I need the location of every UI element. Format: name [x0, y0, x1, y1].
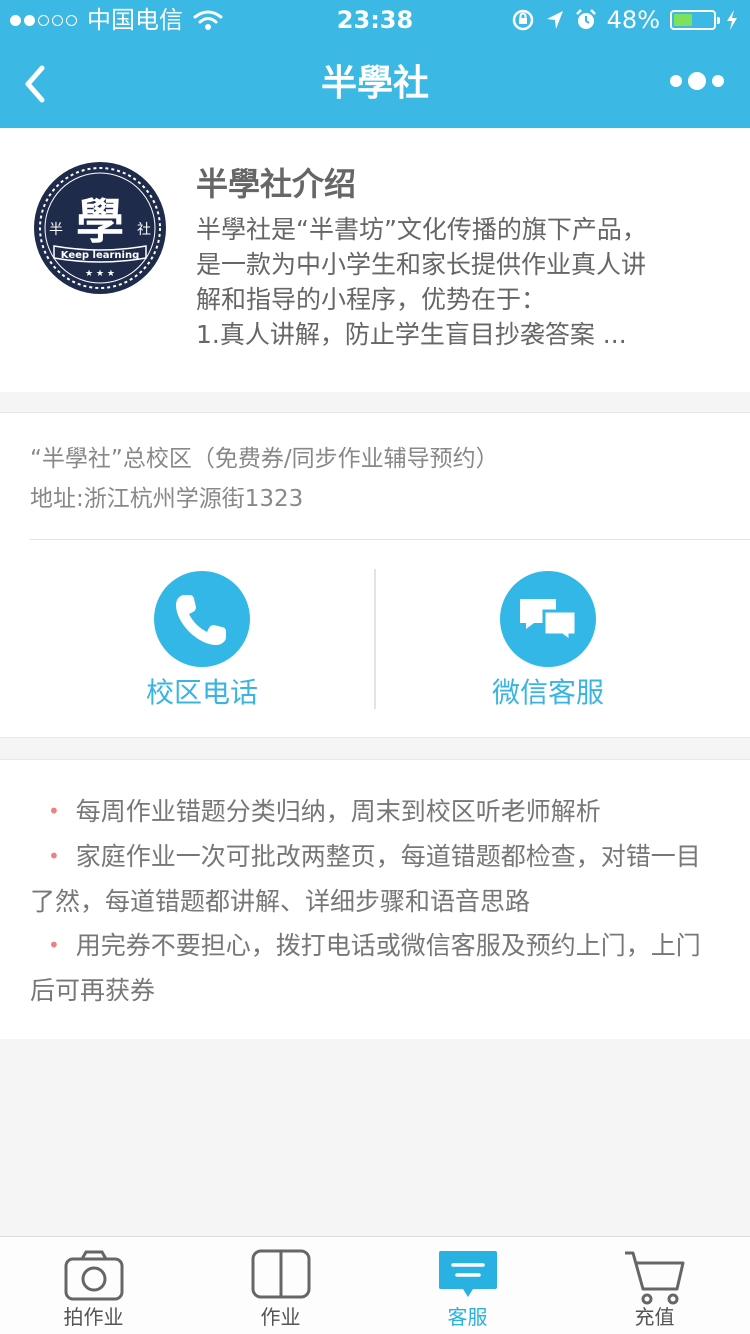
intro-text: 半學社是“半書坊”文化传播的旗下产品， 是一款为中小学生和家长提供作业真人讲 解…	[196, 215, 647, 349]
phone-button-circle	[154, 571, 250, 667]
wechat-button-circle	[500, 571, 596, 667]
chat-bubbles-icon	[520, 599, 578, 644]
battery-fill	[674, 14, 692, 26]
status-bar: 中国电信 23:38 48%	[0, 0, 750, 40]
tab-label: 作业	[260, 1305, 301, 1329]
feature-text: 家庭作业一次可批改两整页，每道错题都检查，对错一目了然，每道错题都讲解、详细步骤…	[30, 842, 701, 916]
logo-right-char: 社	[137, 222, 151, 238]
intro-card[interactable]: 學 半 社 Keep learning ★ ★ ★ 半學社介绍 半學社是“半書坊…	[0, 128, 750, 392]
rotation-lock-icon	[512, 9, 533, 31]
nav-bar: 半學社	[0, 40, 750, 128]
more-dot-icon	[688, 72, 706, 90]
charging-bolt-icon	[727, 10, 737, 30]
cart-icon	[624, 1251, 684, 1305]
bullet-icon: •	[48, 799, 60, 823]
tab-take-photo[interactable]: 拍作业	[0, 1237, 187, 1334]
tab-label: 客服	[447, 1305, 488, 1329]
campus-card: “半學社”总校区（免费券/同步作业辅导预约） 地址:浙江杭州学源街1323 校区…	[0, 412, 750, 738]
logo-main-char: 學	[76, 194, 124, 250]
bullet-icon: •	[48, 933, 60, 957]
tab-bar: 拍作业 作业 客服 充值	[0, 1236, 750, 1334]
more-menu-button[interactable]	[670, 72, 724, 90]
feature-text: 用完券不要担心，拨打电话或微信客服及预约上门，上门后可再获券	[30, 931, 701, 1005]
campus-name: “半學社”总校区（免费券/同步作业辅导预约）	[30, 446, 499, 472]
more-dot-icon	[712, 75, 724, 87]
tab-homework[interactable]: 作业	[187, 1237, 374, 1334]
brand-logo: 學 半 社 Keep learning ★ ★ ★	[31, 159, 169, 297]
phone-label: 校区电话	[145, 676, 258, 709]
feature-item: • 每周作业错题分类归纳，周末到校区听老师解析	[30, 790, 710, 835]
campus-address: 地址:浙江杭州学源街1323	[30, 486, 304, 512]
divider	[374, 569, 376, 709]
campus-phone-button[interactable]: 校区电话	[102, 571, 302, 715]
feature-text: 每周作业错题分类归纳，周末到校区听老师解析	[75, 797, 601, 826]
location-arrow-icon	[546, 11, 563, 29]
feature-item: • 用完券不要担心，拨打电话或微信客服及预约上门，上门后可再获券	[30, 924, 710, 1013]
feature-item: • 家庭作业一次可批改两整页，每道错题都检查，对错一目了然，每道错题都讲解、详细步…	[30, 835, 710, 924]
book-icon	[251, 1249, 310, 1299]
logo-left-char: 半	[49, 222, 63, 238]
tab-customer-service[interactable]: 客服	[374, 1237, 561, 1334]
features-card: • 每周作业错题分类归纳，周末到校区听老师解析 • 家庭作业一次可批改两整页，每道错…	[0, 759, 750, 1039]
logo-ribbon-text: Keep learning	[61, 250, 140, 261]
logo-stars: ★ ★ ★	[85, 269, 115, 279]
more-dot-icon	[670, 75, 682, 87]
status-right: 48%	[511, 0, 738, 40]
divider	[30, 539, 750, 540]
page-title: 半學社	[320, 63, 429, 104]
tab-label: 拍作业	[63, 1305, 124, 1329]
camera-icon	[64, 1250, 123, 1301]
intro-block: 半學社介绍 半學社是“半書坊”文化传播的旗下产品， 是一款为中小学生和家长提供作…	[196, 162, 726, 352]
feature-list: • 每周作业错题分类归纳，周末到校区听老师解析 • 家庭作业一次可批改两整页，每道错…	[30, 790, 710, 1013]
tab-recharge[interactable]: 充值	[561, 1237, 748, 1334]
alarm-icon	[575, 9, 596, 29]
bullet-icon: •	[48, 844, 60, 868]
intro-title: 半學社介绍	[196, 165, 357, 203]
battery-percent: 48%	[606, 6, 660, 34]
battery-icon	[670, 10, 720, 30]
phone-icon	[176, 595, 226, 645]
wechat-label: 微信客服	[491, 676, 604, 709]
wechat-service-button[interactable]: 微信客服	[448, 571, 648, 715]
tab-label: 充值	[634, 1305, 675, 1329]
chat-icon	[438, 1251, 497, 1297]
